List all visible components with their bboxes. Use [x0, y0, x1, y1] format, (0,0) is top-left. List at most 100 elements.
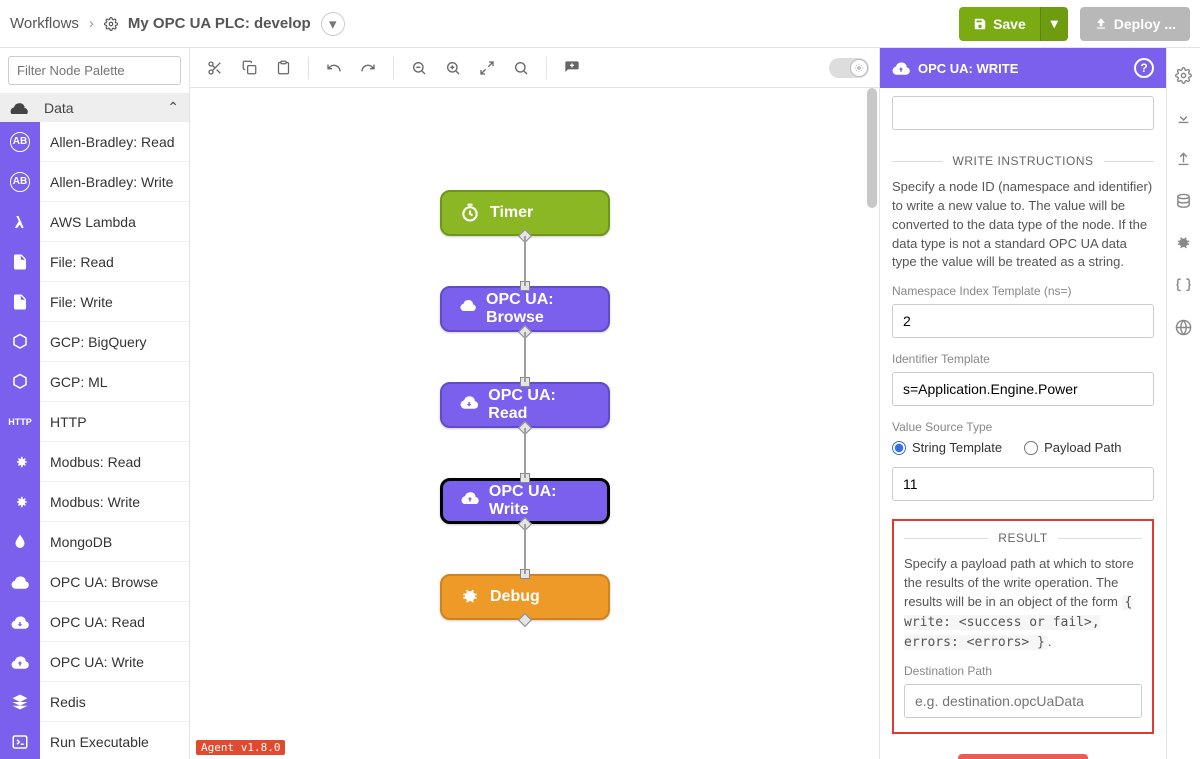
deploy-button[interactable]: Deploy ... [1080, 7, 1190, 41]
destination-path-input[interactable] [904, 684, 1142, 718]
ab-icon: AB [0, 162, 40, 202]
palette-item[interactable]: Run Executable [0, 722, 189, 759]
previous-field[interactable] [892, 96, 1154, 130]
storage-tab[interactable] [1169, 182, 1199, 220]
dest-label: Destination Path [904, 664, 1142, 678]
debug-tab[interactable] [1169, 224, 1199, 262]
palette-item-label: HTTP [40, 414, 87, 430]
lambda-icon [0, 202, 40, 242]
palette-item[interactable]: File: Read [0, 242, 189, 282]
node-icon [460, 395, 478, 415]
palette-item-label: OPC UA: Browse [40, 574, 158, 590]
view-toggle[interactable] [829, 58, 869, 78]
cloud-icon [10, 102, 28, 114]
palette-item[interactable]: MongoDB [0, 522, 189, 562]
palette-item[interactable]: OPC UA: Write [0, 642, 189, 682]
version-dropdown[interactable]: ▾ [321, 12, 345, 36]
palette-item[interactable]: Redis [0, 682, 189, 722]
node-palette: Data ⌃ ABAllen-Bradley: ReadABAllen-Brad… [0, 48, 190, 759]
ab-icon: AB [0, 122, 40, 162]
palette-item[interactable]: Modbus: Read [0, 442, 189, 482]
workflow-canvas[interactable]: Timer OPC UA: Browse OPC UA: Read OPC UA: W… [190, 88, 879, 759]
edge [524, 524, 526, 574]
zoom-out-button[interactable] [404, 54, 434, 82]
node-icon [460, 299, 476, 319]
id-label: Identifier Template [892, 352, 1154, 366]
download-tab[interactable] [1169, 98, 1199, 136]
chevron-up-icon: ⌃ [167, 99, 179, 116]
search-button[interactable] [506, 54, 536, 82]
save-button-group: Save ▾ [959, 7, 1068, 41]
breadcrumb-root[interactable]: Workflows [10, 15, 79, 32]
cloud-up-icon [0, 642, 40, 682]
undo-button[interactable] [319, 54, 349, 82]
section-write-title: WRITE INSTRUCTIONS [953, 154, 1094, 168]
palette-item[interactable]: OPC UA: Browse [0, 562, 189, 602]
radio-payload-path[interactable]: Payload Path [1024, 440, 1121, 455]
result-section: RESULT Specify a payload path at which t… [892, 519, 1154, 734]
node-label: OPC UA: Read [488, 387, 590, 423]
globe-tab[interactable] [1169, 308, 1199, 346]
palette-item-label: Allen-Bradley: Write [40, 174, 173, 190]
brackets-tab[interactable] [1169, 266, 1199, 304]
palette-item-label: Redis [40, 694, 86, 710]
palette-item[interactable]: GCP: ML [0, 362, 189, 402]
identifier-input[interactable] [892, 372, 1154, 406]
palette-item-label: Allen-Bradley: Read [40, 134, 175, 150]
canvas-scrollbar[interactable] [867, 88, 877, 759]
cut-button[interactable] [200, 54, 230, 82]
palette-item-label: OPC UA: Read [40, 614, 145, 630]
cloud-down-icon [0, 602, 40, 642]
right-tool-strip [1166, 48, 1200, 759]
copy-button[interactable] [234, 54, 264, 82]
palette-item[interactable]: GCP: BigQuery [0, 322, 189, 362]
fit-button[interactable] [472, 54, 502, 82]
namespace-input[interactable] [892, 304, 1154, 338]
zoom-in-button[interactable] [438, 54, 468, 82]
save-button[interactable]: Save [959, 7, 1040, 41]
upload-tab[interactable] [1169, 140, 1199, 178]
palette-item[interactable]: OPC UA: Read [0, 602, 189, 642]
node-icon [460, 587, 480, 607]
node-label: OPC UA: Browse [486, 291, 590, 327]
paste-button[interactable] [268, 54, 298, 82]
ns-label: Namespace Index Template (ns=) [892, 284, 1154, 298]
result-help-text: Specify a payload path at which to store… [904, 555, 1142, 652]
write-help-text: Specify a node ID (namespace and identif… [892, 178, 1154, 272]
node-label: OPC UA: Write [489, 483, 589, 519]
edge [524, 332, 526, 382]
palette-item-label: Run Executable [40, 734, 149, 750]
palette-item[interactable]: AWS Lambda [0, 202, 189, 242]
value-input[interactable] [892, 467, 1154, 501]
help-icon[interactable]: ? [1134, 58, 1154, 78]
gears-icon [0, 482, 40, 522]
stack-icon [0, 682, 40, 722]
palette-item-label: Modbus: Read [40, 454, 141, 470]
add-comment-button[interactable] [557, 54, 587, 82]
node-label: Timer [490, 204, 533, 222]
hex-icon [0, 362, 40, 402]
palette-item[interactable]: ABAllen-Bradley: Read [0, 122, 189, 162]
redo-button[interactable] [353, 54, 383, 82]
palette-filter-input[interactable] [8, 56, 181, 85]
settings-tab[interactable] [1169, 56, 1199, 94]
save-dropdown[interactable]: ▾ [1040, 7, 1068, 41]
topbar: Workflows › My OPC UA PLC: develop ▾ Sav… [0, 0, 1200, 48]
palette-item-label: OPC UA: Write [40, 654, 144, 670]
delete-node-button[interactable]: Delete Node [958, 754, 1089, 759]
palette-item[interactable]: ABAllen-Bradley: Write [0, 162, 189, 202]
gears-icon [0, 442, 40, 482]
palette-item-label: File: Read [40, 254, 114, 270]
palette-item[interactable]: Modbus: Write [0, 482, 189, 522]
palette-item-label: AWS Lambda [40, 214, 136, 230]
palette-section-header[interactable]: Data ⌃ [0, 93, 189, 122]
chevron-right-icon: › [89, 15, 94, 32]
hex-icon [0, 322, 40, 362]
palette-item[interactable]: HTTPHTTP [0, 402, 189, 442]
section-result-title: RESULT [998, 531, 1047, 545]
radio-string-template[interactable]: String Template [892, 440, 1002, 455]
page-title: My OPC UA PLC: develop [128, 15, 311, 32]
node-label: Debug [490, 588, 540, 606]
breadcrumb: Workflows › My OPC UA PLC: develop ▾ [10, 12, 345, 36]
palette-item[interactable]: File: Write [0, 282, 189, 322]
